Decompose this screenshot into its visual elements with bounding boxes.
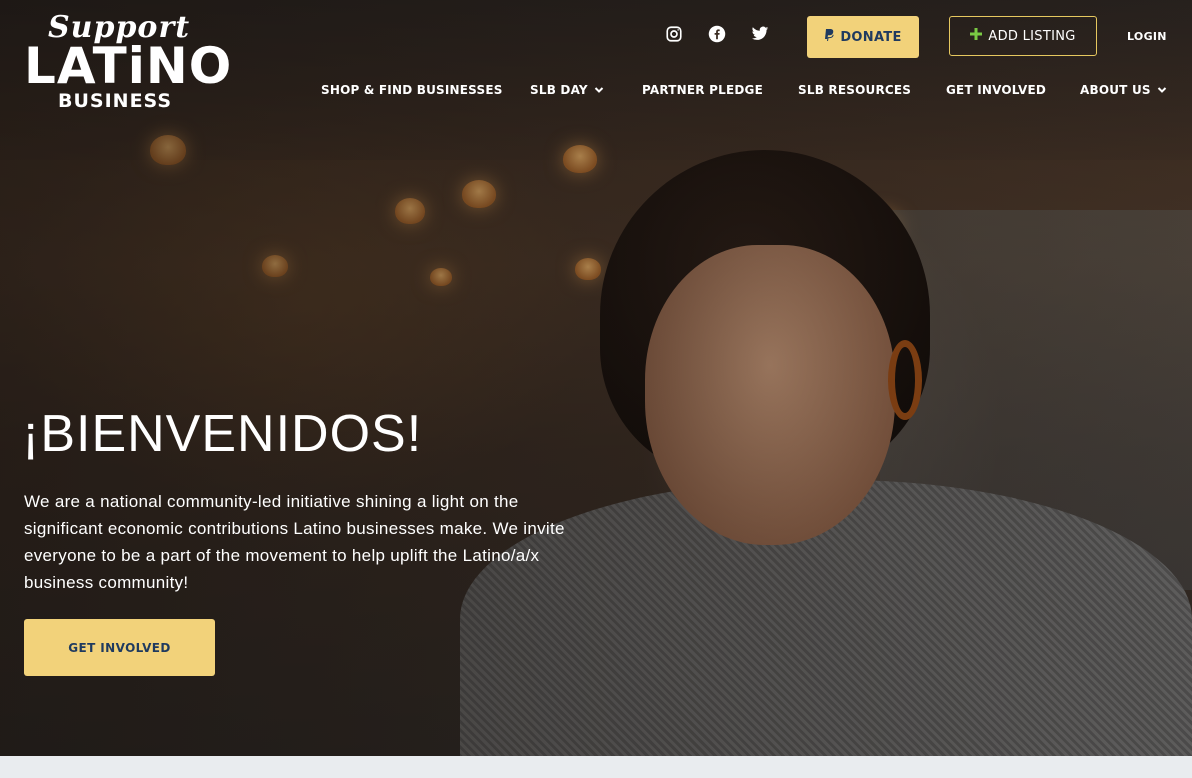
nav-label: ABOUT US [1080,83,1151,97]
nav-label: SLB RESOURCES [798,83,912,97]
login-link[interactable]: LOGIN [1127,30,1167,43]
chevron-down-icon [594,87,604,93]
add-listing-button[interactable]: ADD LISTING [949,16,1097,56]
nav-get-involved[interactable]: GET INVOLVED [946,83,1046,97]
hero-headline: ¡BIENVENIDOS! [22,405,423,463]
nav-slb-day[interactable]: SLB DAY [530,83,604,97]
nav-partner-pledge[interactable]: PARTNER PLEDGE [642,83,763,97]
nav-label: SHOP & FIND BUSINESSES [321,83,503,97]
hero-description: We are a national community-led initiati… [24,492,565,592]
instagram-icon[interactable] [662,22,686,46]
page-bottom-strip [0,756,1192,778]
nav-label: PARTNER PLEDGE [642,83,763,97]
paypal-icon [824,29,835,45]
logo-latino-text: LATiNO [24,37,233,95]
twitter-icon[interactable] [748,22,772,46]
plus-icon [970,28,983,44]
site-logo[interactable]: Support LATiNO BUSINESS [24,10,231,114]
add-listing-label: ADD LISTING [988,28,1076,44]
chevron-down-icon [1157,87,1166,93]
donate-button[interactable]: DONATE [807,16,919,58]
nav-about-us[interactable]: ABOUT US [1080,83,1167,97]
facebook-icon[interactable] [705,22,729,46]
logo-business-text: BUSINESS [58,90,173,112]
nav-label: GET INVOLVED [946,83,1047,97]
nav-slb-resources[interactable]: SLB RESOURCES [798,83,911,97]
donate-label: DONATE [840,29,902,45]
nav-label: SLB DAY [530,83,588,97]
get-involved-button[interactable]: GET INVOLVED [24,619,215,676]
nav-shop-find-businesses[interactable]: SHOP & FIND BUSINESSES [321,83,503,97]
